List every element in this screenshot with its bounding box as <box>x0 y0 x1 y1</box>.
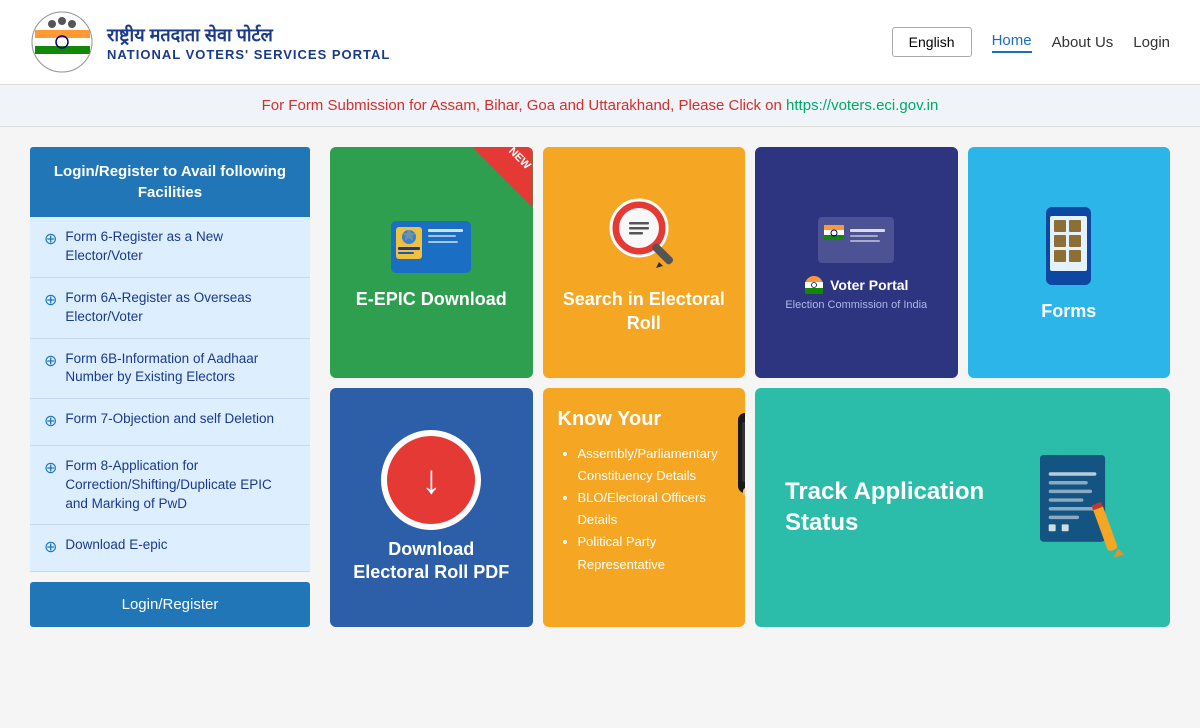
download-circle-icon: ↓ <box>381 430 481 530</box>
nav-login[interactable]: Login <box>1133 34 1170 51</box>
nav-area: English Home About Us Login <box>892 27 1170 57</box>
track-illustration <box>1027 437 1140 577</box>
announcement-link[interactable]: https://voters.eci.gov.in <box>786 97 938 114</box>
sidebar-item-label: Form 7-Objection and self Deletion <box>65 410 274 429</box>
sidebar-item-form6[interactable]: ⊕ Form 6-Register as a New Elector/Voter <box>30 217 310 278</box>
sidebar-item-form6a[interactable]: ⊕ Form 6A-Register as Overseas Elector/V… <box>30 278 310 339</box>
card-download[interactable]: ↓ Download Electoral Roll PDF <box>330 388 533 627</box>
know-title: Know Your <box>558 408 718 431</box>
nav-about[interactable]: About Us <box>1052 34 1114 51</box>
know-list-item: Assembly/Parliamentary Constituency Deta… <box>578 443 718 487</box>
circle-plus-icon: ⊕ <box>44 458 57 480</box>
card-track[interactable]: Track Application Status <box>755 388 1170 627</box>
sidebar-item-label: Form 8-Application for Correction/Shifti… <box>65 457 296 514</box>
track-label: Track Application Status <box>785 476 1027 538</box>
voter-portal-illustration <box>816 215 896 265</box>
header: राष्ट्रीय मतदाता सेवा पोर्टल NATIONAL VO… <box>0 0 1200 85</box>
sidebar: Login/Register to Avail following Facili… <box>30 147 310 627</box>
sidebar-item-label: Form 6A-Register as Overseas Elector/Vot… <box>65 289 296 327</box>
voter-portal-content: Voter Portal Election Commission of Indi… <box>755 147 958 378</box>
card-search[interactable]: Search in Electoral Roll <box>543 147 746 378</box>
search-card-content: Search in Electoral Roll <box>543 147 746 378</box>
know-phone-illustration: ? <box>728 408 745 508</box>
sidebar-header: Login/Register to Avail following Facili… <box>30 147 310 217</box>
eepic-label: E-EPIC Download <box>356 288 507 311</box>
announcement-bar: For Form Submission for Assam, Bihar, Go… <box>0 85 1200 127</box>
sidebar-item-form6b[interactable]: ⊕ Form 6B-Information of Aadhaar Number … <box>30 339 310 400</box>
download-label: Download Electoral Roll PDF <box>350 538 513 585</box>
card-know[interactable]: Know Your Assembly/Parliamentary Constit… <box>543 388 746 627</box>
card-forms[interactable]: Forms <box>968 147 1171 378</box>
sidebar-item-form7[interactable]: ⊕ Form 7-Objection and self Deletion <box>30 399 310 445</box>
know-list-item: BLO/Electoral Officers Details <box>578 487 718 531</box>
circle-plus-icon: ⊕ <box>44 537 57 559</box>
know-phone-icon: ? <box>728 408 745 508</box>
sidebar-item-label: Form 6-Register as a New Elector/Voter <box>65 228 296 266</box>
announcement-text: For Form Submission for Assam, Bihar, Go… <box>262 97 782 114</box>
cards-grid: NEW E-EPIC Download <box>330 147 1170 627</box>
download-arrow-icon: ↓ <box>421 460 441 500</box>
circle-plus-icon: ⊕ <box>44 351 57 373</box>
nav-home[interactable]: Home <box>992 32 1032 53</box>
know-card-content: Know Your Assembly/Parliamentary Constit… <box>543 388 746 627</box>
logo-text: राष्ट्रीय मतदाता सेवा पोर्टल NATIONAL VO… <box>107 23 390 62</box>
search-label: Search in Electoral Roll <box>563 288 726 335</box>
card-voter-portal[interactable]: Voter Portal Election Commission of Indi… <box>755 147 958 378</box>
language-button[interactable]: English <box>892 27 972 57</box>
voter-portal-label: Voter Portal <box>830 277 908 293</box>
circle-plus-icon: ⊕ <box>44 411 57 433</box>
know-text-area: Know Your Assembly/Parliamentary Constit… <box>558 408 718 576</box>
eci-logo-icon <box>30 10 95 75</box>
voter-portal-logo-icon <box>804 275 824 295</box>
know-list-item: Political Party Representative <box>578 531 718 575</box>
know-list: Assembly/Parliamentary Constituency Deta… <box>558 443 718 576</box>
logo-english-text: NATIONAL VOTERS' SERVICES PORTAL <box>107 47 390 62</box>
sidebar-item-label: Download E-epic <box>65 536 167 555</box>
track-card-content: Track Application Status <box>755 388 1170 627</box>
card-eepic[interactable]: NEW E-EPIC Download <box>330 147 533 378</box>
search-illustration <box>599 190 689 280</box>
eepic-card-content: E-EPIC Download <box>330 147 533 378</box>
sidebar-item-form8[interactable]: ⊕ Form 8-Application for Correction/Shif… <box>30 446 310 526</box>
forms-label: Forms <box>1041 300 1096 323</box>
circle-plus-icon: ⊕ <box>44 290 57 312</box>
circle-plus-icon: ⊕ <box>44 229 57 251</box>
sidebar-item-download-epic[interactable]: ⊕ Download E-epic <box>30 525 310 571</box>
logo-area: राष्ट्रीय मतदाता सेवा पोर्टल NATIONAL VO… <box>30 10 892 75</box>
download-card-content: ↓ Download Electoral Roll PDF <box>330 388 533 627</box>
forms-illustration <box>1036 202 1101 292</box>
sidebar-item-label: Form 6B-Information of Aadhaar Number by… <box>65 350 296 388</box>
login-register-button[interactable]: Login/Register <box>30 582 310 627</box>
eepic-illustration <box>386 213 476 278</box>
logo-hindi-text: राष्ट्रीय मतदाता सेवा पोर्टल <box>107 23 390 47</box>
voter-portal-sublabel: Election Commission of India <box>785 299 927 311</box>
forms-card-content: Forms <box>968 147 1171 378</box>
main-content: Login/Register to Avail following Facili… <box>0 127 1200 647</box>
new-badge-text: NEW <box>506 147 532 172</box>
